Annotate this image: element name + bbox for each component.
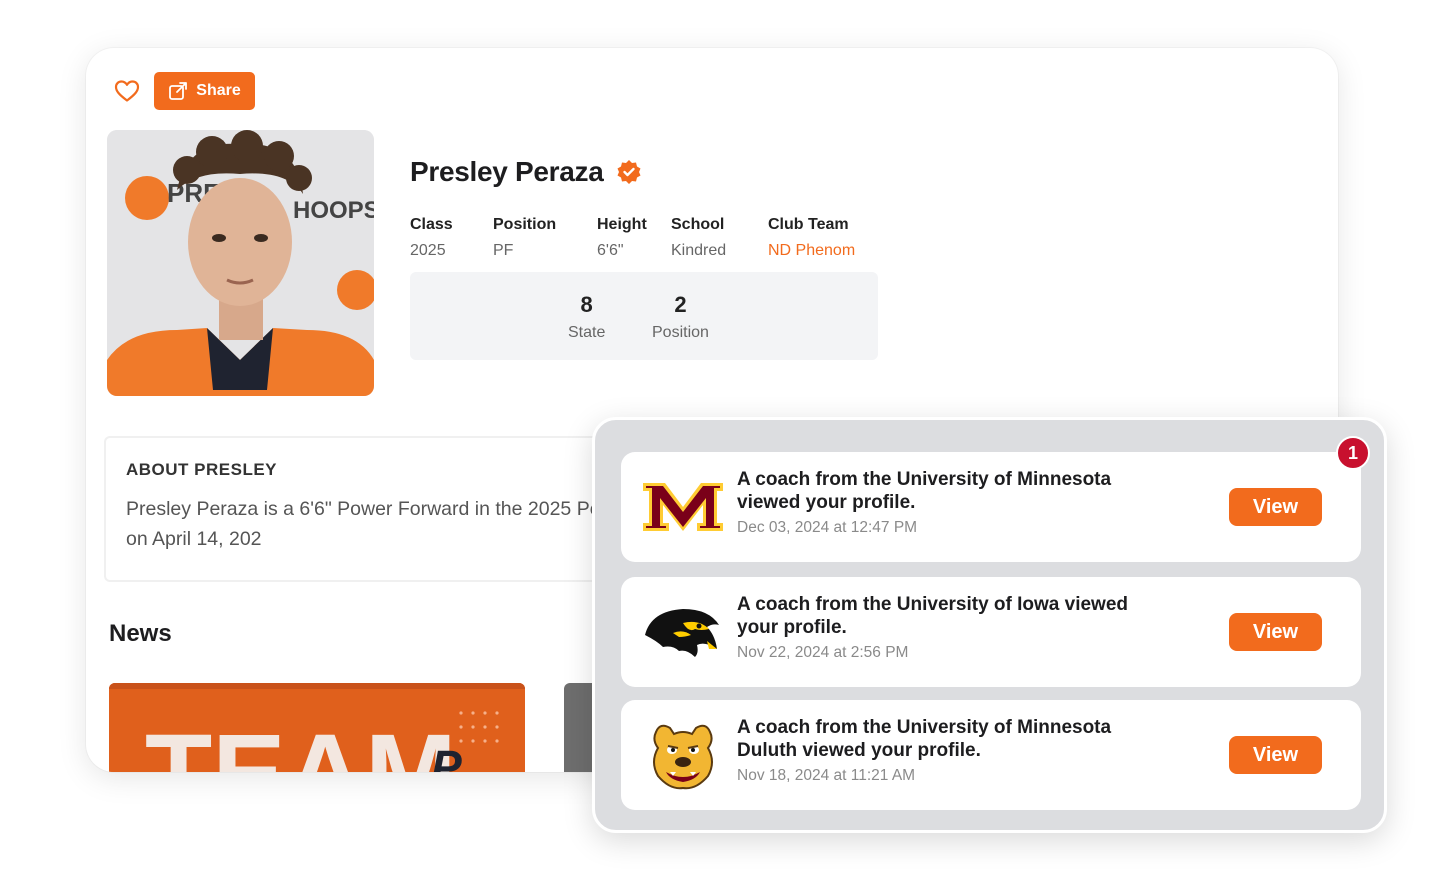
photo-brand-right: HOOPS	[293, 197, 374, 224]
player-name: Presley Peraza	[410, 156, 604, 187]
stat-value: PF	[493, 242, 514, 259]
stat-label: Height	[597, 216, 647, 233]
ranking-value: 2	[674, 292, 687, 317]
notification-item[interactable]: A coach from the University of Iowa view…	[621, 577, 1361, 687]
news-thumb-logo: P	[431, 741, 462, 772]
rankings-box: 8 State 2 Position	[410, 272, 878, 360]
player-photo: PREP HOOPS	[107, 130, 374, 396]
stat-label: Class	[410, 216, 453, 233]
share-icon	[169, 82, 188, 100]
about-title: ABOUT PRESLEY	[126, 460, 278, 479]
stat-value: Kindred	[671, 242, 727, 259]
ranking-position: 2 Position	[652, 292, 709, 342]
news-thumb-text: TEAM	[145, 712, 457, 772]
news-heading: News	[109, 620, 172, 647]
ranking-label: Position	[652, 324, 709, 341]
news-thumbnail[interactable]: TEAM P	[109, 683, 525, 772]
stat-position: Position PF	[493, 216, 556, 260]
stat-height: Height 6'6"	[597, 216, 647, 260]
stat-school: School Kindred	[671, 216, 726, 260]
ranking-state: 8 State	[568, 292, 605, 342]
minnesota-m-logo-icon	[641, 470, 725, 544]
stat-value: 2025	[410, 242, 446, 259]
notification-count-badge: 1	[1336, 436, 1370, 470]
stat-label: School	[671, 216, 725, 233]
notification-message: A coach from the University of Minnesota…	[737, 717, 1112, 761]
notification-time: Nov 22, 2024 at 2:56 PM	[737, 644, 909, 661]
stat-class: Class 2025	[410, 216, 453, 260]
ranking-value: 8	[580, 292, 593, 317]
umd-bulldog-logo-icon	[641, 718, 725, 792]
view-button[interactable]: View	[1229, 613, 1322, 651]
view-button[interactable]: View	[1229, 736, 1322, 774]
verified-badge-icon	[617, 160, 641, 184]
iowa-hawkeye-logo-icon	[641, 595, 725, 669]
notification-message: A coach from the University of Minnesota…	[737, 469, 1112, 513]
stat-label: Club Team	[768, 216, 849, 233]
stat-label: Position	[493, 216, 557, 233]
view-button[interactable]: View	[1229, 488, 1322, 526]
stat-club-team: Club Team ND Phenom	[768, 216, 855, 260]
notification-message: A coach from the University of Iowa view…	[737, 594, 1129, 638]
heart-icon[interactable]	[112, 76, 142, 106]
player-name-row: Presley Peraza	[410, 156, 642, 188]
club-team-link[interactable]: ND Phenom	[768, 242, 855, 260]
stat-value: 6'6"	[597, 242, 624, 259]
notification-time: Nov 18, 2024 at 11:21 AM	[737, 767, 916, 784]
notification-item[interactable]: A coach from the University of Minnesota…	[621, 452, 1361, 562]
notification-time: Dec 03, 2024 at 12:47 PM	[737, 519, 918, 536]
notifications-panel: A coach from the University of Minnesota…	[592, 417, 1387, 833]
notification-item[interactable]: A coach from the University of Minnesota…	[621, 700, 1361, 810]
share-button[interactable]: Share	[154, 72, 255, 110]
share-label: Share	[196, 82, 241, 99]
ranking-label: State	[568, 324, 606, 341]
